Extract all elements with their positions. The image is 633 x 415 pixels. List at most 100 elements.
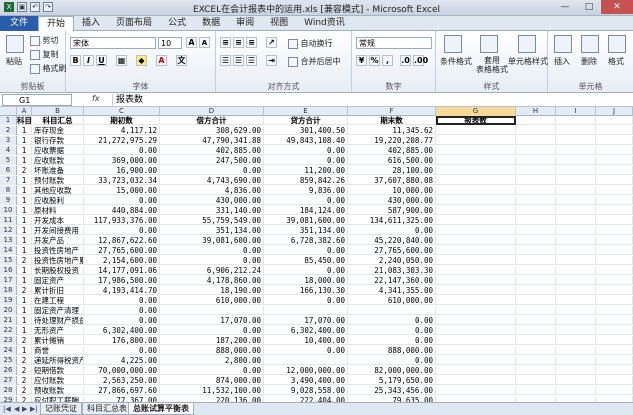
grid-cell[interactable]: 1 bbox=[17, 216, 32, 225]
grid-cell[interactable]: 351,134.00 bbox=[160, 226, 264, 235]
grid-cell[interactable] bbox=[436, 216, 516, 225]
grid-cell[interactable]: 610,000.00 bbox=[348, 296, 436, 305]
grid-cell[interactable] bbox=[516, 116, 556, 125]
grid-cell[interactable]: 39,081,600.00 bbox=[160, 236, 264, 245]
grid-cell[interactable] bbox=[436, 146, 516, 155]
grid-cell[interactable]: 借方合计 bbox=[160, 116, 264, 125]
grid-cell[interactable] bbox=[516, 216, 556, 225]
grid-cell[interactable]: 28,100.00 bbox=[348, 166, 436, 175]
grid-cell[interactable]: 1 bbox=[17, 316, 32, 325]
grid-cell[interactable]: 0.00 bbox=[348, 226, 436, 235]
font-name-select[interactable]: 宋体 bbox=[70, 37, 156, 49]
grid-cell[interactable] bbox=[516, 356, 556, 365]
grow-font-button[interactable]: A bbox=[186, 37, 197, 48]
grid-cell[interactable]: 6,302,400.00 bbox=[264, 326, 348, 335]
grid-cell[interactable]: 308,629.00 bbox=[160, 126, 264, 135]
grid-cell[interactable] bbox=[264, 356, 348, 365]
grid-cell[interactable] bbox=[596, 196, 633, 205]
grid-cell[interactable]: 587,900.00 bbox=[348, 206, 436, 215]
row-header[interactable]: 25 bbox=[0, 356, 17, 365]
fx-icon[interactable]: fx bbox=[92, 94, 100, 103]
row-header[interactable]: 2 bbox=[0, 126, 17, 135]
grid-cell[interactable] bbox=[436, 376, 516, 385]
grid-cell[interactable]: 874,000.00 bbox=[160, 376, 264, 385]
align-left-icon[interactable]: ☰ bbox=[220, 55, 231, 66]
row-header[interactable]: 19 bbox=[0, 296, 17, 305]
grid-cell[interactable]: 6,302,400.00 bbox=[84, 326, 160, 335]
grid-cell[interactable] bbox=[348, 306, 436, 315]
grid-cell[interactable]: 6,728,382.60 bbox=[264, 236, 348, 245]
tab-home[interactable]: 开始 bbox=[38, 16, 75, 31]
orientation-icon[interactable]: ↗ bbox=[266, 37, 277, 48]
insert-cells-button[interactable]: 插入 bbox=[554, 56, 570, 67]
grid-cell[interactable]: 0.00 bbox=[348, 356, 436, 365]
grid-cell[interactable]: 短期借款 bbox=[32, 366, 84, 375]
grid-cell[interactable] bbox=[516, 146, 556, 155]
grid-cell[interactable]: 47,790,341.88 bbox=[160, 136, 264, 145]
column-header[interactable]: E bbox=[264, 107, 348, 116]
grid-cell[interactable]: 无形资产 bbox=[32, 326, 84, 335]
grid-cell[interactable] bbox=[596, 146, 633, 155]
grid-cell[interactable]: 4,341,355.00 bbox=[348, 286, 436, 295]
row-header[interactable]: 13 bbox=[0, 236, 17, 245]
grid-cell[interactable]: 固定资产 bbox=[32, 276, 84, 285]
currency-icon[interactable]: ¥ bbox=[356, 55, 367, 66]
grid-cell[interactable]: 商誉 bbox=[32, 346, 84, 355]
paste-button[interactable]: 粘贴 bbox=[6, 56, 22, 67]
grid-cell[interactable] bbox=[556, 166, 596, 175]
grid-cell[interactable]: 888,000.00 bbox=[348, 346, 436, 355]
grid-cell[interactable]: 0.00 bbox=[84, 146, 160, 155]
grid-cell[interactable] bbox=[436, 126, 516, 135]
column-header[interactable]: B bbox=[32, 107, 84, 116]
grid-cell[interactable] bbox=[596, 206, 633, 215]
grid-cell[interactable]: 0.00 bbox=[160, 246, 264, 255]
grid-cell[interactable]: 402,885.00 bbox=[348, 146, 436, 155]
grid-cell[interactable]: 应收股利 bbox=[32, 196, 84, 205]
close-button[interactable]: ✕ bbox=[601, 0, 633, 14]
row-header[interactable]: 1 bbox=[0, 116, 17, 125]
grid-cell[interactable]: 134,611,325.00 bbox=[348, 216, 436, 225]
grid-cell[interactable] bbox=[596, 346, 633, 355]
grid-cell[interactable]: 166,130.30 bbox=[264, 286, 348, 295]
grid-cell[interactable]: 430,000.00 bbox=[348, 196, 436, 205]
grid-cell[interactable] bbox=[556, 356, 596, 365]
grid-cell[interactable]: 长期股权投资 bbox=[32, 266, 84, 275]
grid-cell[interactable]: 1 bbox=[17, 226, 32, 235]
grid-cell[interactable]: 2 bbox=[17, 256, 32, 265]
grid-cell[interactable]: 1 bbox=[17, 156, 32, 165]
grid-cell[interactable]: 117,933,376.00 bbox=[84, 216, 160, 225]
grid-cell[interactable]: 开发间接费用 bbox=[32, 226, 84, 235]
grid-cell[interactable]: 固定资产清理 bbox=[32, 306, 84, 315]
row-header[interactable]: 17 bbox=[0, 276, 17, 285]
grid-cell[interactable]: 4,193,414.70 bbox=[84, 286, 160, 295]
row-header[interactable]: 9 bbox=[0, 196, 17, 205]
row-header[interactable]: 14 bbox=[0, 246, 17, 255]
grid-cell[interactable]: 859,842.26 bbox=[264, 176, 348, 185]
grid-cell[interactable] bbox=[556, 376, 596, 385]
grid-cell[interactable] bbox=[556, 226, 596, 235]
grid-cell[interactable]: 14,177,091.06 bbox=[84, 266, 160, 275]
conditional-format-button[interactable]: 条件格式 bbox=[440, 56, 472, 67]
grid-cell[interactable]: 616,500.00 bbox=[348, 156, 436, 165]
grid-cell[interactable] bbox=[556, 306, 596, 315]
grid-cell[interactable] bbox=[436, 236, 516, 245]
grid-cell[interactable] bbox=[436, 206, 516, 215]
grid-cell[interactable] bbox=[516, 136, 556, 145]
tab-formulas[interactable]: 公式 bbox=[160, 16, 194, 31]
tab-insert[interactable]: 插入 bbox=[74, 16, 108, 31]
grid-cell[interactable] bbox=[436, 156, 516, 165]
grid-cell[interactable]: 15,000.00 bbox=[84, 186, 160, 195]
grid-cell[interactable]: 0.00 bbox=[84, 306, 160, 315]
grid-cell[interactable] bbox=[436, 366, 516, 375]
grid-cell[interactable] bbox=[436, 306, 516, 315]
formula-input[interactable]: 报表数 bbox=[112, 94, 631, 106]
align-top-icon[interactable]: ≡ bbox=[220, 37, 231, 48]
grid-cell[interactable]: 2 bbox=[17, 286, 32, 295]
grid-cell[interactable] bbox=[516, 256, 556, 265]
grid-cell[interactable]: 5,179,650.00 bbox=[348, 376, 436, 385]
align-center-icon[interactable]: ☰ bbox=[233, 55, 244, 66]
grid-cell[interactable] bbox=[596, 356, 633, 365]
grid-cell[interactable] bbox=[516, 286, 556, 295]
grid-cell[interactable]: 301,400.50 bbox=[264, 126, 348, 135]
grid-cell[interactable]: 预付账款 bbox=[32, 176, 84, 185]
